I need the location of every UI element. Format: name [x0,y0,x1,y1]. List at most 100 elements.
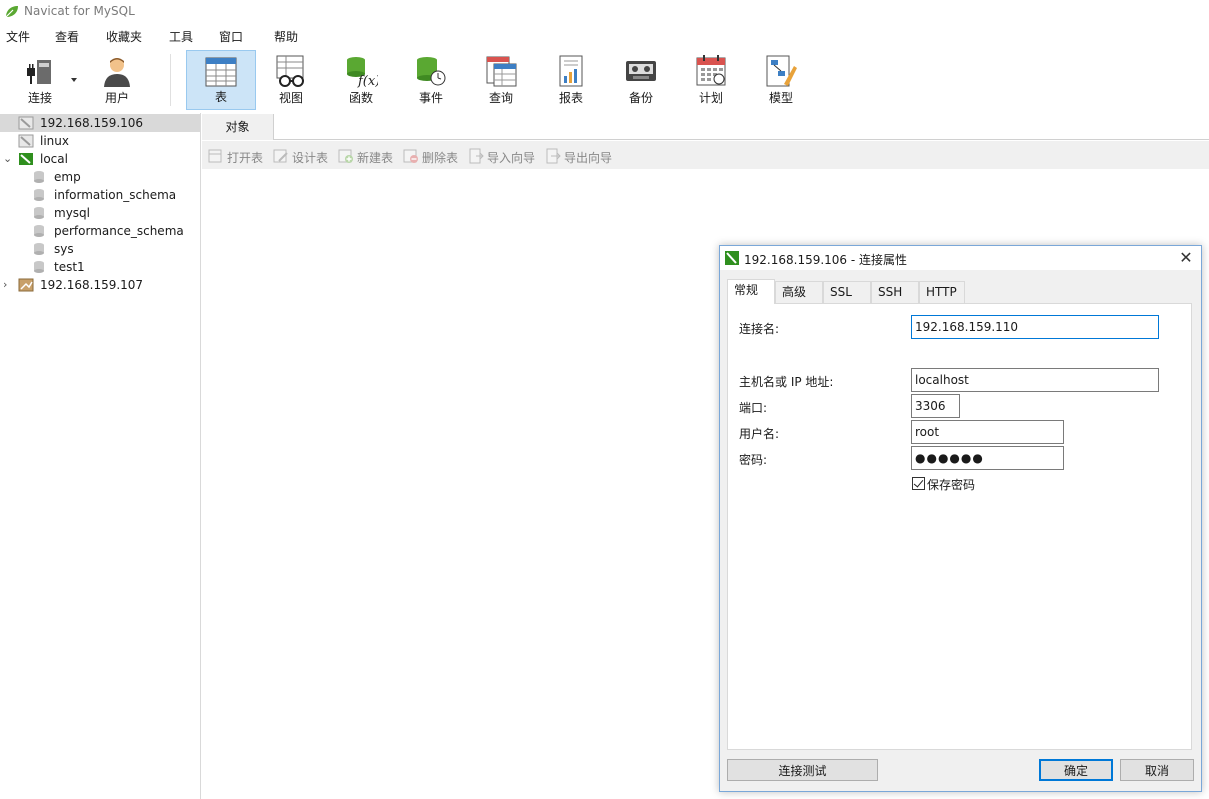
toolbar-backup-button[interactable]: 备份 [606,50,676,110]
connection-inactive-icon [18,116,34,130]
toolbar-events-button[interactable]: 事件 [396,50,466,110]
user-icon [104,58,130,87]
connection-name-input[interactable] [911,315,1159,339]
ok-button[interactable]: 确定 [1039,759,1113,781]
host-label: 主机名或 IP 地址: [739,375,834,389]
tree-database-test1[interactable]: test1 [0,258,200,276]
view-glasses-icon [276,55,304,87]
toolbar-queries-button[interactable]: 查询 [466,50,536,110]
title-bar: Navicat for MySQL [0,0,1209,24]
toolbar-backup-label: 备份 [628,91,653,105]
menu-window[interactable]: 窗口 [217,28,245,45]
user-button[interactable]: 用户 [82,50,152,110]
connect-label: 连接 [27,91,52,105]
database-icon [34,243,44,255]
navicat-logo-icon [5,6,18,18]
port-label: 端口: [739,401,768,415]
tab-ssl[interactable]: SSL [823,281,871,303]
table-icon [205,57,237,87]
open-table-icon [208,149,222,163]
tree-database-sys[interactable]: sys [0,240,200,258]
tab-objects[interactable]: 对象 [202,114,274,140]
port-input[interactable] [911,394,960,418]
toolbar-schedule-button[interactable]: 计划 [676,50,746,110]
backup-tape-icon [626,61,656,81]
tab-http[interactable]: HTTP [919,281,965,303]
toolbar-tables-label: 表 [214,90,227,104]
chevron-down-icon[interactable]: ⌄ [3,153,13,165]
tree-database-performance-schema[interactable]: performance_schema [0,222,200,240]
toolbar-views-button[interactable]: 视图 [256,50,326,110]
query-icon [486,56,517,87]
toolbar-reports-button[interactable]: 报表 [536,50,606,110]
tab-general[interactable]: 常规 [727,279,775,304]
host-input[interactable] [911,368,1159,392]
tree-connection-linux[interactable]: linux [0,132,200,150]
dialog-title-bar: 192.168.159.106 - 连接属性 ✕ [720,246,1201,270]
database-icon [34,171,44,183]
menu-tools[interactable]: 工具 [167,28,195,45]
database-icon [34,189,44,201]
password-label: 密码: [739,453,768,467]
toolbar-functions-label: 函数 [348,91,373,105]
connection-active-icon [19,153,33,165]
username-label: 用户名: [739,427,780,441]
connect-dropdown-icon[interactable] [71,78,77,82]
connect-button[interactable]: 连接 [5,50,75,110]
toolbar-model-button[interactable]: 模型 [746,50,816,110]
tree-connection-192-168-159-106[interactable]: 192.168.159.106 [0,114,200,132]
tree-connection-192-168-159-107[interactable]: › 192.168.159.107 [0,276,200,294]
tree-connection-local[interactable]: ⌄ local [0,150,200,168]
cancel-button[interactable]: 取消 [1120,759,1194,781]
new-table-icon [338,149,353,163]
toolbar-queries-label: 查询 [488,91,513,105]
database-icon [34,225,44,237]
menu-favorites[interactable]: 收藏夹 [104,28,144,45]
connect-plug-icon [27,60,51,84]
connection-inactive-icon [18,134,34,148]
tab-ssh[interactable]: SSH [871,281,919,303]
toolbar-functions-button[interactable]: f(x) 函数 [326,50,396,110]
database-icon [34,207,44,219]
svg-text:f(x): f(x) [357,74,378,88]
connection-remote-icon [18,278,34,292]
dialog-title: 192.168.159.106 - 连接属性 [744,253,908,267]
tree-database-emp[interactable]: emp [0,168,200,186]
menu-help[interactable]: 帮助 [272,28,300,45]
close-icon[interactable]: ✕ [1177,249,1195,267]
tree-database-information-schema[interactable]: information_schema [0,186,200,204]
function-icon: f(x) [347,57,378,88]
design-table-icon [273,149,288,163]
toolbar-separator [170,54,171,106]
general-settings-panel: 连接名: 主机名或 IP 地址: 端口: 用户名: 密码: 保存密码 [727,303,1192,750]
toolbar-schedule-label: 计划 [698,91,723,105]
connection-properties-dialog: 192.168.159.106 - 连接属性 ✕ 常规 高级 SSL SSH H… [719,245,1202,792]
report-chart-icon [559,55,583,87]
menu-file[interactable]: 文件 [4,28,32,45]
menu-bar: 文件 查看 收藏夹 工具 窗口 帮助 [0,24,1209,48]
database-icon [34,261,44,273]
object-toolbar: 打开表 设计表 新建表 删除表 导入向导 导出向导 [202,141,1209,169]
window-title: Navicat for MySQL [24,4,135,18]
export-icon [546,148,561,164]
menu-view[interactable]: 查看 [53,28,81,45]
toolbar-tables-button[interactable]: 表 [186,50,256,110]
object-tab-bar: 对象 [202,114,1209,140]
save-password-label: 保存密码 [927,478,976,492]
connection-name-label: 连接名: [739,322,780,336]
tab-advanced[interactable]: 高级 [775,281,823,303]
toolbar-views-label: 视图 [278,91,303,105]
user-label: 用户 [104,91,129,105]
password-input[interactable] [911,446,1064,470]
delete-table-icon [403,149,418,163]
schedule-calendar-icon [696,55,726,86]
test-connection-button[interactable]: 连接测试 [727,759,878,781]
toolbar-model-label: 模型 [768,91,793,105]
save-password-checkbox[interactable] [912,477,925,490]
toolbar-reports-label: 报表 [558,91,583,105]
import-icon [469,148,484,164]
tree-database-mysql[interactable]: mysql [0,204,200,222]
model-icon [766,55,797,87]
chevron-right-icon[interactable]: › [3,279,13,291]
username-input[interactable] [911,420,1064,444]
